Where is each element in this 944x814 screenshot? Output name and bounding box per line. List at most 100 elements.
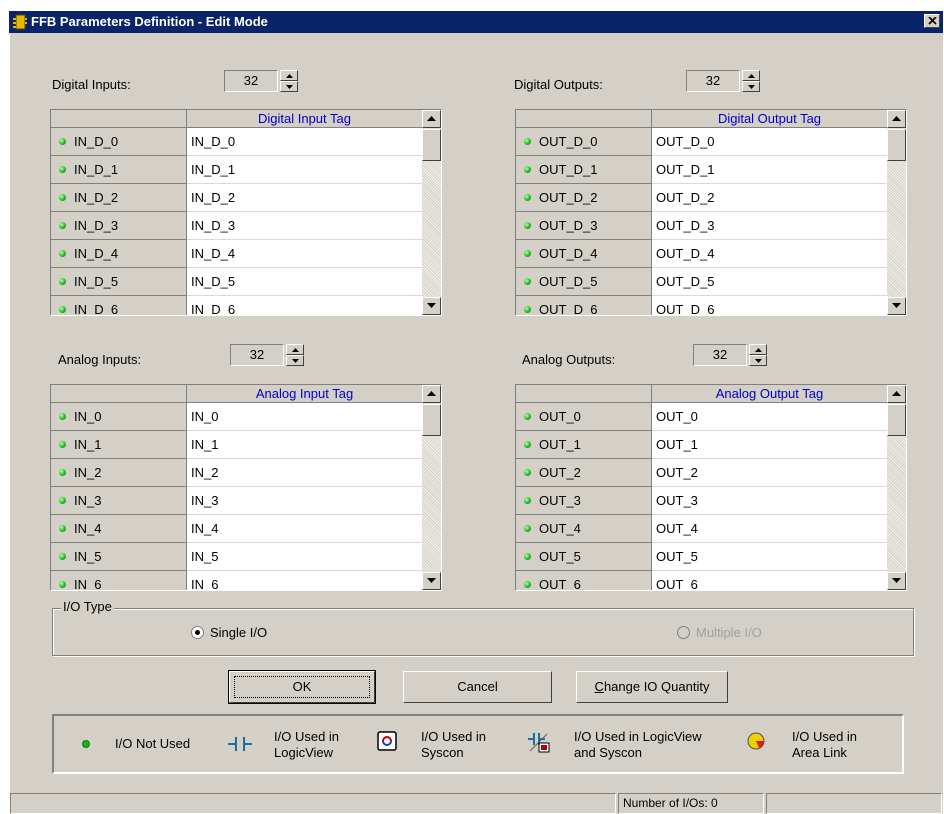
table-row[interactable]: OUT_1 OUT_1 [516, 431, 887, 459]
row-header[interactable]: OUT_5 [516, 543, 652, 571]
tag-cell[interactable]: OUT_1 [652, 431, 887, 459]
row-header[interactable]: OUT_D_5 [516, 268, 652, 296]
tag-cell[interactable]: OUT_3 [652, 487, 887, 515]
digital-outputs-count[interactable]: 32 [686, 70, 740, 92]
tag-cell[interactable]: OUT_D_0 [652, 128, 887, 156]
tag-cell[interactable]: IN_D_5 [187, 268, 422, 296]
spin-down-button[interactable] [749, 355, 767, 366]
table-row[interactable]: OUT_2 OUT_2 [516, 459, 887, 487]
row-header[interactable]: IN_2 [51, 459, 187, 487]
row-header[interactable]: IN_D_2 [51, 184, 187, 212]
scroll-thumb[interactable] [887, 404, 906, 436]
row-header[interactable]: OUT_6 [516, 571, 652, 590]
table-row[interactable]: OUT_D_3 OUT_D_3 [516, 212, 887, 240]
table-row[interactable]: OUT_4 OUT_4 [516, 515, 887, 543]
digital-inputs-count-spinner[interactable]: 32 [224, 70, 300, 92]
tag-cell[interactable]: IN_D_1 [187, 156, 422, 184]
tag-cell[interactable]: OUT_6 [652, 571, 887, 590]
tag-cell[interactable]: IN_D_6 [187, 296, 422, 315]
table-row[interactable]: IN_0 IN_0 [51, 403, 422, 431]
spin-down-button[interactable] [280, 81, 298, 92]
table-row[interactable]: IN_2 IN_2 [51, 459, 422, 487]
row-header[interactable]: OUT_3 [516, 487, 652, 515]
vertical-scrollbar[interactable] [887, 110, 906, 315]
tag-cell[interactable]: IN_D_2 [187, 184, 422, 212]
table-row[interactable]: OUT_6 OUT_6 [516, 571, 887, 590]
column-header[interactable]: Digital Output Tag [652, 110, 887, 127]
ok-button[interactable]: OK [228, 670, 376, 704]
table-row[interactable]: IN_4 IN_4 [51, 515, 422, 543]
row-header[interactable]: IN_D_3 [51, 212, 187, 240]
table-row[interactable]: IN_D_1 IN_D_1 [51, 156, 422, 184]
row-header[interactable]: OUT_0 [516, 403, 652, 431]
table-row[interactable]: IN_D_0 IN_D_0 [51, 128, 422, 156]
spin-down-button[interactable] [742, 81, 760, 92]
tag-cell[interactable]: OUT_D_1 [652, 156, 887, 184]
spin-up-button[interactable] [280, 70, 298, 81]
tag-cell[interactable]: OUT_D_3 [652, 212, 887, 240]
row-header[interactable]: IN_D_1 [51, 156, 187, 184]
tag-cell[interactable]: OUT_5 [652, 543, 887, 571]
tag-cell[interactable]: OUT_2 [652, 459, 887, 487]
table-row[interactable]: IN_3 IN_3 [51, 487, 422, 515]
scroll-up-button[interactable] [422, 110, 441, 128]
spin-down-button[interactable] [286, 355, 304, 366]
table-row[interactable]: OUT_D_4 OUT_D_4 [516, 240, 887, 268]
row-header[interactable]: IN_D_4 [51, 240, 187, 268]
scroll-up-button[interactable] [422, 385, 441, 403]
tag-cell[interactable]: IN_6 [187, 571, 422, 590]
scroll-thumb[interactable] [422, 129, 441, 161]
row-header[interactable]: IN_5 [51, 543, 187, 571]
tag-cell[interactable]: OUT_D_4 [652, 240, 887, 268]
column-header[interactable]: Analog Input Tag [187, 385, 422, 402]
table-row[interactable]: OUT_D_0 OUT_D_0 [516, 128, 887, 156]
table-row[interactable]: IN_6 IN_6 [51, 571, 422, 590]
analog-inputs-count-spinner[interactable]: 32 [230, 344, 306, 366]
table-row[interactable]: OUT_D_1 OUT_D_1 [516, 156, 887, 184]
row-header[interactable]: IN_4 [51, 515, 187, 543]
tag-cell[interactable]: IN_D_4 [187, 240, 422, 268]
table-row[interactable]: OUT_D_2 OUT_D_2 [516, 184, 887, 212]
row-header[interactable]: IN_6 [51, 571, 187, 590]
analog-outputs-grid[interactable]: Analog Output Tag OUT_0 OUT_0 OUT_1 OUT_1 OUT… [515, 384, 907, 591]
spin-up-button[interactable] [749, 344, 767, 355]
table-row[interactable]: OUT_3 OUT_3 [516, 487, 887, 515]
row-header[interactable]: IN_1 [51, 431, 187, 459]
row-header[interactable]: OUT_D_2 [516, 184, 652, 212]
tag-cell[interactable]: OUT_D_6 [652, 296, 887, 315]
tag-cell[interactable]: OUT_0 [652, 403, 887, 431]
tag-cell[interactable]: OUT_4 [652, 515, 887, 543]
scroll-down-button[interactable] [422, 297, 441, 315]
table-row[interactable]: OUT_D_6 OUT_D_6 [516, 296, 887, 315]
digital-outputs-grid[interactable]: Digital Output Tag OUT_D_0 OUT_D_0 OUT_D_1 O… [515, 109, 907, 316]
row-header[interactable]: OUT_D_0 [516, 128, 652, 156]
row-header[interactable]: OUT_D_3 [516, 212, 652, 240]
tag-cell[interactable]: IN_3 [187, 487, 422, 515]
tag-cell[interactable]: IN_5 [187, 543, 422, 571]
row-header[interactable]: IN_3 [51, 487, 187, 515]
spin-up-button[interactable] [742, 70, 760, 81]
scroll-thumb[interactable] [887, 129, 906, 161]
table-row[interactable]: IN_D_2 IN_D_2 [51, 184, 422, 212]
tag-cell[interactable]: OUT_D_2 [652, 184, 887, 212]
tag-cell[interactable]: IN_D_3 [187, 212, 422, 240]
digital-outputs-count-spinner[interactable]: 32 [686, 70, 762, 92]
tag-cell[interactable]: IN_0 [187, 403, 422, 431]
title-bar[interactable]: FFB Parameters Definition - Edit Mode [9, 11, 943, 33]
table-row[interactable]: IN_D_5 IN_D_5 [51, 268, 422, 296]
analog-outputs-count-spinner[interactable]: 32 [693, 344, 769, 366]
tag-cell[interactable]: IN_2 [187, 459, 422, 487]
table-row[interactable]: IN_D_6 IN_D_6 [51, 296, 422, 315]
row-header[interactable]: IN_0 [51, 403, 187, 431]
tag-cell[interactable]: OUT_D_5 [652, 268, 887, 296]
digital-inputs-grid[interactable]: Digital Input Tag IN_D_0 IN_D_0 IN_D_1 IN_D_… [50, 109, 442, 316]
row-header[interactable]: IN_D_5 [51, 268, 187, 296]
analog-outputs-count[interactable]: 32 [693, 344, 747, 366]
table-row[interactable]: OUT_0 OUT_0 [516, 403, 887, 431]
vertical-scrollbar[interactable] [887, 385, 906, 590]
row-header[interactable]: OUT_2 [516, 459, 652, 487]
analog-inputs-count[interactable]: 32 [230, 344, 284, 366]
row-header[interactable]: OUT_4 [516, 515, 652, 543]
table-row[interactable]: IN_D_4 IN_D_4 [51, 240, 422, 268]
table-row[interactable]: IN_1 IN_1 [51, 431, 422, 459]
